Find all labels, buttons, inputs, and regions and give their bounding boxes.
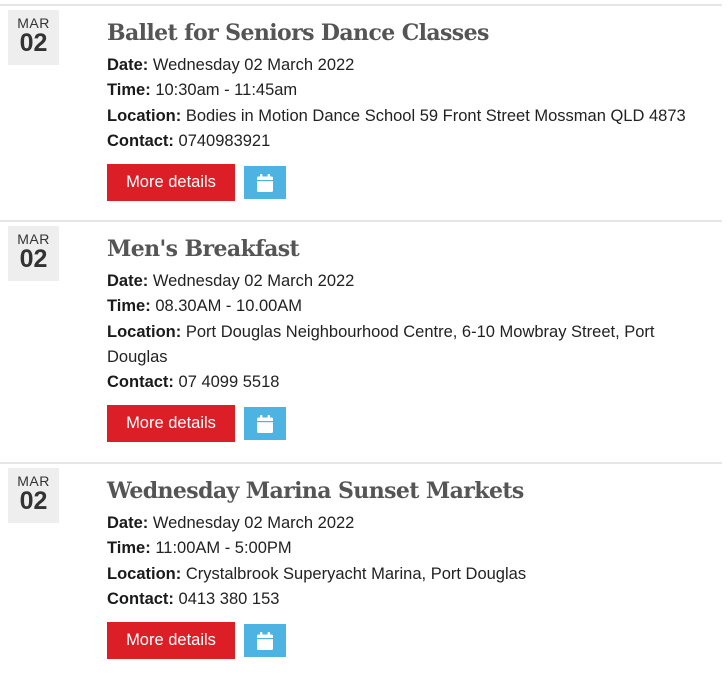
contact-label: Contact: bbox=[107, 131, 174, 150]
event-item: MAR 02 Men's Breakfast Date: Wednesday 0… bbox=[0, 220, 722, 443]
date-day: 02 bbox=[19, 245, 48, 273]
time-label: Time: bbox=[107, 297, 151, 316]
date-badge: MAR 02 bbox=[8, 10, 59, 65]
date-day: 02 bbox=[19, 29, 48, 57]
date-label: Date: bbox=[107, 272, 149, 290]
event-body: Ballet for Seniors Dance Classes Date: W… bbox=[107, 18, 717, 202]
calendar-icon bbox=[257, 631, 273, 650]
date-month: MAR bbox=[17, 473, 50, 489]
contact-label: Contact: bbox=[107, 373, 174, 392]
location-label: Location: bbox=[107, 564, 182, 583]
event-date: Date: Wednesday 02 March 2022 bbox=[107, 269, 717, 294]
time-label: Time: bbox=[107, 539, 151, 558]
location-label: Location: bbox=[107, 322, 182, 341]
add-to-calendar-button[interactable] bbox=[244, 624, 286, 658]
more-details-button[interactable]: More details bbox=[107, 164, 235, 202]
event-date: Date: Wednesday 02 March 2022 bbox=[107, 511, 717, 536]
more-details-button[interactable]: More details bbox=[107, 622, 235, 660]
calendar-icon bbox=[257, 173, 273, 192]
add-to-calendar-button[interactable] bbox=[244, 166, 286, 200]
contact-value: 0413 380 153 bbox=[178, 589, 280, 608]
event-actions: More details bbox=[107, 622, 717, 660]
time-value: 10:30am - 11:45am bbox=[155, 81, 298, 100]
event-body: Wednesday Marina Sunset Markets Date: We… bbox=[107, 476, 717, 660]
event-location: Location: Port Douglas Neighbourhood Cen… bbox=[107, 320, 717, 371]
event-time: Time: 11:00AM - 5:00PM bbox=[107, 536, 717, 561]
event-title[interactable]: Men's Breakfast bbox=[107, 234, 717, 264]
contact-value: 0740983921 bbox=[178, 131, 271, 150]
event-actions: More details bbox=[107, 164, 717, 202]
event-title[interactable]: Ballet for Seniors Dance Classes bbox=[107, 18, 717, 48]
more-details-button[interactable]: More details bbox=[107, 405, 235, 443]
date-label: Date: bbox=[107, 514, 149, 532]
event-title[interactable]: Wednesday Marina Sunset Markets bbox=[107, 476, 717, 506]
date-value: Wednesday 02 March 2022 bbox=[152, 514, 355, 532]
event-contact: Contact: 0413 380 153 bbox=[107, 587, 717, 612]
event-time: Time: 10:30am - 11:45am bbox=[107, 78, 717, 103]
time-value: 11:00AM - 5:00PM bbox=[155, 539, 292, 558]
date-value: Wednesday 02 March 2022 bbox=[152, 272, 355, 290]
time-label: Time: bbox=[107, 81, 151, 100]
add-to-calendar-button[interactable] bbox=[244, 407, 286, 441]
event-list: MAR 02 Ballet for Seniors Dance Classes … bbox=[0, 0, 728, 674]
location-value: Bodies in Motion Dance School 59 Front S… bbox=[185, 106, 686, 125]
date-month: MAR bbox=[17, 231, 50, 247]
date-label: Date: bbox=[107, 56, 149, 74]
event-actions: More details bbox=[107, 405, 717, 443]
date-month: MAR bbox=[17, 15, 50, 31]
event-item: MAR 02 Wednesday Marina Sunset Markets D… bbox=[0, 462, 722, 660]
location-value: Port Douglas Neighbourhood Centre, 6-10 … bbox=[107, 322, 655, 366]
event-time: Time: 08.30AM - 10.00AM bbox=[107, 294, 717, 319]
location-value: Crystalbrook Superyacht Marina, Port Dou… bbox=[185, 564, 527, 583]
event-item: MAR 02 Ballet for Seniors Dance Classes … bbox=[0, 4, 722, 202]
contact-label: Contact: bbox=[107, 589, 174, 608]
date-badge: MAR 02 bbox=[8, 226, 59, 281]
date-day: 02 bbox=[19, 487, 48, 515]
location-label: Location: bbox=[107, 106, 182, 125]
date-badge: MAR 02 bbox=[8, 468, 59, 523]
event-contact: Contact: 07 4099 5518 bbox=[107, 370, 717, 395]
event-body: Men's Breakfast Date: Wednesday 02 March… bbox=[107, 234, 717, 443]
time-value: 08.30AM - 10.00AM bbox=[155, 297, 303, 316]
event-date: Date: Wednesday 02 March 2022 bbox=[107, 53, 717, 78]
event-location: Location: Bodies in Motion Dance School … bbox=[107, 104, 717, 129]
contact-value: 07 4099 5518 bbox=[178, 373, 280, 392]
event-location: Location: Crystalbrook Superyacht Marina… bbox=[107, 562, 717, 587]
event-contact: Contact: 0740983921 bbox=[107, 129, 717, 154]
date-value: Wednesday 02 March 2022 bbox=[152, 56, 355, 74]
calendar-icon bbox=[257, 414, 273, 433]
